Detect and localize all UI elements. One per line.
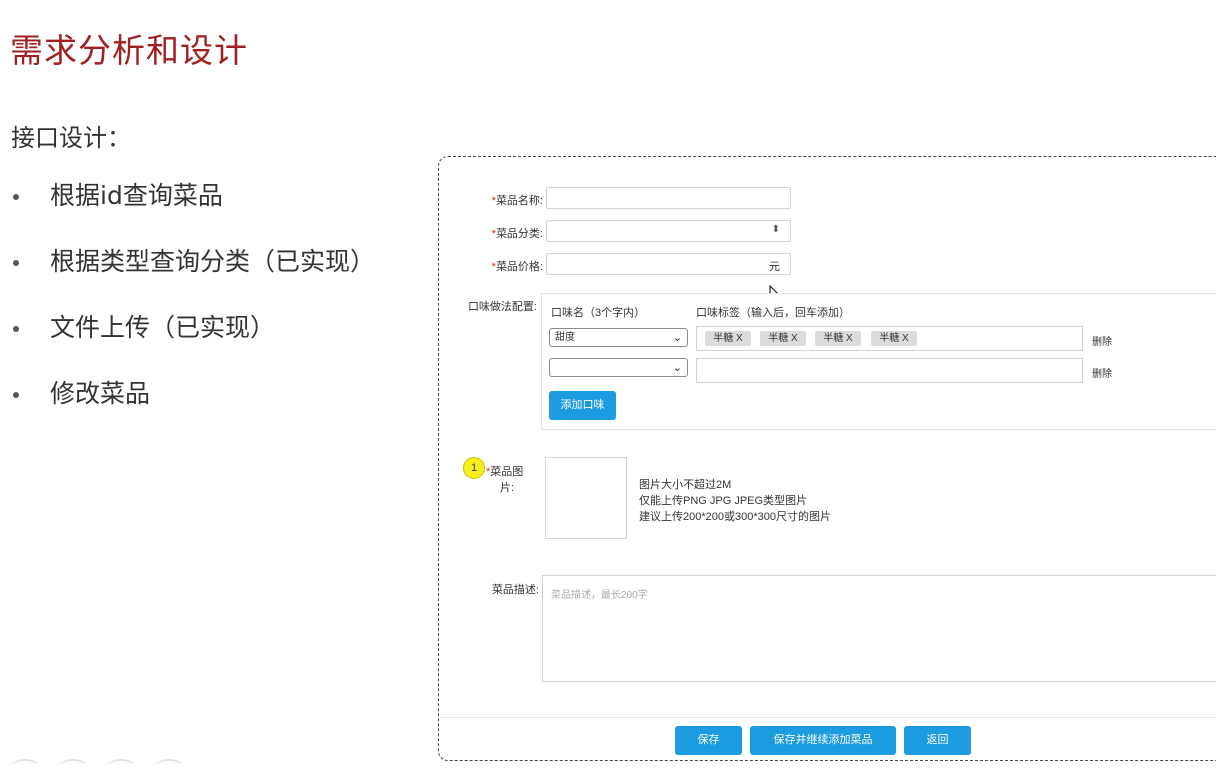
flavor-tag[interactable]: 半糖 X: [871, 331, 917, 346]
flavor-name-dropdown[interactable]: ⌄: [549, 358, 688, 377]
nav-dot-icon[interactable]: [60, 759, 86, 773]
bullet-text: 根据id查询菜品: [50, 181, 223, 210]
flavor-tag[interactable]: 半糖 X: [705, 331, 751, 346]
delete-flavor-link[interactable]: 删除: [1092, 333, 1112, 348]
price-unit: 元: [769, 261, 780, 273]
dish-image-label: *菜品图: [486, 466, 524, 478]
bullet-dot-icon: [13, 392, 19, 398]
flavor-tag[interactable]: 半糖 X: [760, 331, 806, 346]
image-hint: 建议上传200*200或300*300尺寸的图片: [639, 511, 831, 523]
dish-category-label: *菜品分类:: [491, 228, 543, 240]
image-upload-box[interactable]: [545, 457, 627, 539]
bullet-item: 根据id查询菜品: [11, 178, 375, 244]
section-heading: 接口设计：: [11, 124, 131, 152]
flavor-tag[interactable]: 半糖 X: [815, 331, 861, 346]
dish-form-mockup: *菜品名称: *菜品分类: ⬍ *菜品价格: 元 口味做法配置: 口味名（3个字…: [438, 156, 1216, 761]
add-flavor-button[interactable]: 添加口味: [549, 391, 616, 420]
dish-category-select[interactable]: ⬍: [546, 220, 791, 242]
nav-dot-icon[interactable]: [12, 759, 38, 773]
flavor-name-value: 甜度: [555, 332, 575, 343]
flavor-config-panel: 口味名（3个字内） 口味标签（输入后，回车添加） 甜度 ⌄ 半糖 X 半糖 X …: [541, 293, 1216, 430]
chevron-down-icon: ⌄: [672, 362, 682, 374]
dish-price-label: *菜品价格:: [491, 261, 543, 273]
delete-flavor-link[interactable]: 删除: [1092, 365, 1112, 380]
bullet-dot-icon: [13, 194, 19, 200]
slide-nav-dots: [12, 758, 204, 777]
step-badge: 1: [463, 457, 485, 479]
flavor-tags-header: 口味标签（输入后，回车添加）: [696, 307, 850, 319]
bullet-text: 修改菜品: [50, 379, 151, 408]
dish-price-input[interactable]: 元: [546, 253, 791, 275]
description-placeholder: 菜品描述，最长200字: [551, 590, 648, 601]
footer-divider: [439, 717, 1216, 718]
save-button[interactable]: 保存: [675, 726, 742, 755]
image-hint: 仅能上传PNG JPG JPEG类型图片: [639, 495, 808, 507]
flavor-config-label: 口味做法配置:: [467, 301, 537, 313]
bullet-dot-icon: [13, 260, 19, 266]
nav-dot-icon[interactable]: [108, 759, 134, 773]
dish-description-label: 菜品描述:: [491, 584, 539, 596]
bullet-item: 文件上传（已实现）: [11, 310, 375, 376]
nav-dot-icon[interactable]: [156, 759, 182, 773]
flavor-tags-input[interactable]: [696, 358, 1083, 383]
sort-arrows-icon: ⬍: [771, 224, 780, 235]
slide-title: 需求分析和设计: [10, 31, 248, 70]
back-button[interactable]: 返回: [904, 726, 971, 755]
bullet-text: 根据类型查询分类（已实现）: [50, 247, 376, 276]
bullet-text: 文件上传（已实现）: [50, 313, 276, 342]
bullet-item: 修改菜品: [11, 376, 375, 442]
flavor-name-dropdown[interactable]: 甜度 ⌄: [549, 328, 688, 347]
dish-description-textarea[interactable]: 菜品描述，最长200字: [542, 575, 1216, 682]
chevron-down-icon: ⌄: [672, 332, 682, 344]
save-and-continue-button[interactable]: 保存并继续添加菜品: [750, 726, 896, 755]
image-hint: 图片大小不超过2M: [639, 479, 732, 491]
bullet-list: 根据id查询菜品 根据类型查询分类（已实现） 文件上传（已实现） 修改菜品: [11, 178, 375, 442]
flavor-tags-input[interactable]: 半糖 X 半糖 X 半糖 X 半糖 X: [696, 326, 1083, 351]
dish-image-label-cont: 片:: [500, 482, 515, 494]
dish-name-label: *菜品名称:: [491, 195, 543, 207]
dish-name-input[interactable]: [546, 187, 791, 209]
flavor-name-header: 口味名（3个字内）: [551, 307, 646, 319]
bullet-dot-icon: [13, 326, 19, 332]
bullet-item: 根据类型查询分类（已实现）: [11, 244, 375, 310]
